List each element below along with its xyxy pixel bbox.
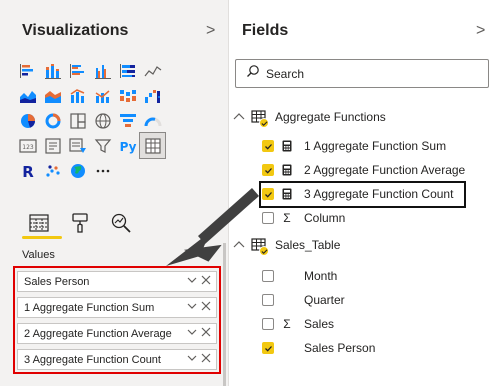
chevron-up-icon[interactable]	[233, 239, 247, 251]
stacked-area-icon[interactable]	[40, 83, 65, 108]
field-row[interactable]: Σ Sales	[262, 313, 334, 335]
line-chart-icon[interactable]	[140, 58, 165, 83]
value-field-chip[interactable]: 2 Aggregate Function Average	[17, 323, 217, 344]
field-checkbox[interactable]	[262, 164, 274, 176]
line-clustered-column-icon[interactable]	[65, 83, 90, 108]
search-icon	[246, 64, 266, 83]
table-aggregate-functions[interactable]: Aggregate Functions	[229, 106, 386, 128]
chevron-down-icon[interactable]	[187, 327, 197, 340]
field-name: Month	[304, 269, 338, 283]
table-name: Sales_Table	[275, 238, 341, 252]
value-field-chip[interactable]: Sales Person	[17, 271, 217, 292]
waterfall-chart-icon[interactable]	[140, 83, 165, 108]
field-row[interactable]: Month	[262, 265, 337, 287]
kpi-icon[interactable]	[65, 133, 90, 158]
format-tab-icon[interactable]	[65, 208, 95, 238]
close-icon[interactable]	[201, 275, 211, 288]
field-row[interactable]: 2 Aggregate Function Average	[262, 159, 465, 181]
python-visual-icon[interactable]: Py	[115, 133, 140, 158]
collapse-visualizations-button[interactable]: >	[206, 22, 215, 40]
chevron-up-icon[interactable]	[233, 111, 247, 123]
pie-chart-icon[interactable]	[15, 108, 40, 133]
visualizations-title: Visualizations	[22, 22, 129, 39]
value-field-chip[interactable]: 1 Aggregate Function Sum	[17, 297, 217, 318]
field-checkbox[interactable]	[262, 140, 274, 152]
close-icon[interactable]	[201, 301, 211, 314]
area-chart-icon[interactable]	[15, 83, 40, 108]
field-checkbox[interactable]	[262, 270, 274, 282]
svg-text:Py: Py	[119, 140, 136, 154]
chevron-down-icon[interactable]	[187, 353, 197, 366]
table-icon[interactable]	[139, 132, 166, 159]
search-box[interactable]	[235, 59, 489, 88]
globe-map-icon[interactable]	[65, 158, 90, 183]
close-icon[interactable]	[201, 353, 211, 366]
treemap-icon[interactable]	[65, 108, 90, 133]
line-stacked-column-icon[interactable]	[90, 83, 115, 108]
clustered-bar-icon[interactable]	[65, 58, 90, 83]
value-field-label: Sales Person	[24, 275, 90, 288]
field-checkbox[interactable]	[262, 212, 274, 224]
field-checkbox[interactable]	[262, 318, 274, 330]
values-scrollbar[interactable]	[223, 243, 226, 386]
field-name: Column	[304, 211, 346, 225]
ribbon-chart-icon[interactable]	[115, 83, 140, 108]
field-checkbox[interactable]	[262, 342, 274, 354]
visual-gallery: 123 Py R	[15, 58, 215, 183]
values-label: Values	[22, 249, 55, 261]
fields-title: Fields	[242, 22, 289, 39]
scatter-icon[interactable]	[40, 158, 65, 183]
stacked-bar-icon[interactable]	[15, 58, 40, 83]
field-row[interactable]: Quarter	[262, 289, 345, 311]
gauge-icon[interactable]	[140, 108, 165, 133]
table-sales-table[interactable]: Sales_Table	[229, 234, 340, 256]
field-name: Quarter	[304, 293, 345, 307]
active-tab-indicator	[22, 236, 62, 239]
check-badge-icon	[259, 246, 269, 256]
donut-chart-icon[interactable]	[40, 108, 65, 133]
chevron-down-icon[interactable]	[187, 275, 197, 288]
table-icon	[251, 109, 269, 128]
collapse-fields-button[interactable]: >	[476, 22, 485, 40]
svg-text:R: R	[22, 163, 34, 180]
sigma-icon: Σ	[283, 211, 291, 225]
stacked-column-icon[interactable]	[40, 58, 65, 83]
field-row[interactable]: Sales Person	[262, 337, 375, 359]
map-icon[interactable]	[90, 108, 115, 133]
table-name: Aggregate Functions	[275, 110, 386, 124]
analytics-tab-icon[interactable]	[106, 208, 136, 238]
visualizations-pane: Visualizations > 123 Py R Values Sales P…	[0, 0, 228, 386]
field-name: Sales	[304, 317, 335, 331]
field-row[interactable]: Σ Column	[262, 207, 345, 229]
check-badge-icon	[259, 118, 269, 128]
sigma-icon: Σ	[283, 317, 291, 331]
field-name: 2 Aggregate Function Average	[304, 163, 466, 177]
slicer-icon[interactable]	[90, 133, 115, 158]
value-field-chip[interactable]: 3 Aggregate Function Count	[17, 349, 217, 370]
search-input[interactable]	[266, 66, 466, 81]
value-field-label: 1 Aggregate Function Sum	[24, 301, 155, 314]
field-checkbox[interactable]	[262, 294, 274, 306]
multi-row-card-icon[interactable]	[40, 133, 65, 158]
field-name: Sales Person	[304, 341, 376, 355]
chevron-down-icon[interactable]	[187, 301, 197, 314]
funnel-icon[interactable]	[115, 108, 140, 133]
close-icon[interactable]	[201, 327, 211, 340]
clustered-column-icon[interactable]	[90, 58, 115, 83]
fields-tab-icon[interactable]	[24, 208, 54, 238]
values-well[interactable]: Sales Person 1 Aggregate Function Sum 2 …	[13, 266, 221, 374]
value-field-label: 2 Aggregate Function Average	[24, 327, 172, 340]
100-stacked-bar-icon[interactable]	[115, 58, 140, 83]
highlight-box	[259, 181, 466, 208]
svg-text:123: 123	[22, 144, 34, 151]
calculator-icon	[280, 140, 294, 152]
more-visuals-icon[interactable]	[90, 158, 115, 183]
value-field-label: 3 Aggregate Function Count	[24, 353, 161, 366]
calculator-icon	[280, 164, 294, 176]
card-icon[interactable]: 123	[15, 133, 40, 158]
field-name: 1 Aggregate Function Sum	[304, 139, 447, 153]
r-visual-icon[interactable]: R	[15, 158, 40, 183]
table-icon	[251, 237, 269, 256]
field-row[interactable]: 1 Aggregate Function Sum	[262, 135, 446, 157]
